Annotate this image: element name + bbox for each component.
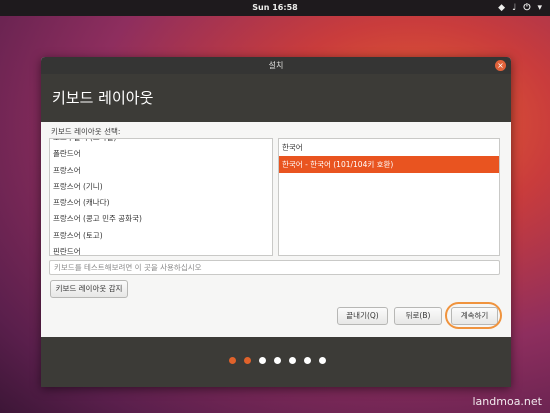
progress-dot bbox=[228, 357, 236, 364]
power-icon[interactable]: ⏻ bbox=[523, 2, 530, 14]
page-title: 키보드 레이아웃 bbox=[52, 89, 154, 107]
volume-icon[interactable]: ♩ bbox=[512, 2, 516, 14]
installer-window: 설치 × 키보드 레이아웃 키보드 레이아웃 선택: 포르투갈어 (브라질) 폴… bbox=[41, 57, 511, 387]
chevron-down-icon[interactable]: ▾ bbox=[537, 2, 542, 14]
window-title: 설치 bbox=[268, 61, 284, 70]
list-item[interactable]: 프랑스어 bbox=[50, 163, 272, 179]
list-item[interactable]: 프랑스어 (기니) bbox=[50, 179, 272, 195]
list-item[interactable]: 폴란드어 bbox=[50, 146, 272, 162]
progress-dot bbox=[318, 357, 326, 364]
quit-button[interactable]: 끝내기(Q) bbox=[337, 307, 388, 325]
back-button[interactable]: 뒤로(B) bbox=[394, 307, 442, 325]
progress-dots bbox=[41, 357, 511, 364]
progress-footer bbox=[41, 337, 511, 387]
close-icon[interactable]: × bbox=[495, 60, 506, 71]
list-item[interactable]: 한국어 bbox=[279, 139, 499, 156]
watermark: landmoa.net bbox=[472, 395, 543, 408]
list-item[interactable]: 핀란드어 bbox=[50, 244, 272, 255]
system-tray[interactable]: ◆ ♩ ⏻ ▾ bbox=[498, 2, 542, 14]
layout-language-list[interactable]: 포르투갈어 (브라질) 폴란드어 프랑스어 프랑스어 (기니) 프랑스어 (캐나… bbox=[49, 138, 273, 256]
continue-button[interactable]: 계속하기 bbox=[451, 307, 498, 325]
layout-variant-list[interactable]: 한국어 한국어 - 한국어 (101/104키 호환) bbox=[278, 138, 500, 256]
keyboard-test-input[interactable] bbox=[49, 260, 500, 275]
list-item-selected[interactable]: 한국어 - 한국어 (101/104키 호환) bbox=[279, 156, 499, 173]
progress-dot bbox=[273, 357, 281, 364]
network-icon[interactable]: ◆ bbox=[498, 2, 505, 14]
progress-dot bbox=[303, 357, 311, 364]
list-item[interactable]: 포르투갈어 (브라질) bbox=[50, 139, 272, 146]
page-header: 키보드 레이아웃 bbox=[41, 74, 511, 122]
window-titlebar[interactable]: 설치 × bbox=[41, 57, 511, 74]
progress-dot bbox=[258, 357, 266, 364]
top-panel: Sun 16:58 ◆ ♩ ⏻ ▾ bbox=[0, 0, 550, 16]
list-item[interactable]: 프랑스어 (캐나다) bbox=[50, 195, 272, 211]
clock[interactable]: Sun 16:58 bbox=[0, 3, 550, 12]
progress-dot bbox=[243, 357, 251, 364]
layout-select-label: 키보드 레이아웃 선택: bbox=[51, 127, 121, 136]
list-item[interactable]: 프랑스어 (토고) bbox=[50, 228, 272, 244]
progress-dot bbox=[288, 357, 296, 364]
list-item[interactable]: 프랑스어 (콩고 민주 공화국) bbox=[50, 211, 272, 227]
detect-layout-button[interactable]: 키보드 레이아웃 감지 bbox=[50, 280, 128, 298]
